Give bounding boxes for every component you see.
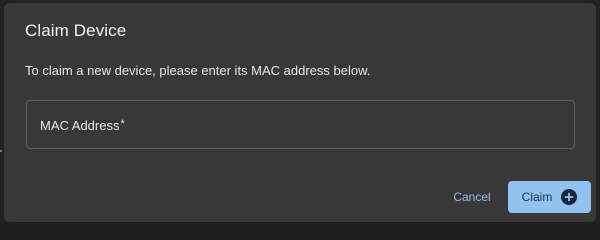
dialog-title: Claim Device — [25, 21, 127, 40]
claim-device-dialog: Claim Device To claim a new device, plea… — [4, 3, 596, 222]
mac-address-input[interactable] — [27, 101, 574, 148]
mac-address-field[interactable]: MAC Address* — [26, 100, 575, 149]
claim-button-label: Claim — [521, 190, 553, 204]
background-edge-mark — [0, 150, 2, 152]
claim-button[interactable]: Claim — [508, 181, 591, 213]
cancel-button[interactable]: Cancel — [442, 182, 502, 212]
plus-circle-icon — [561, 189, 578, 205]
dialog-description: To claim a new device, please enter its … — [25, 63, 371, 78]
